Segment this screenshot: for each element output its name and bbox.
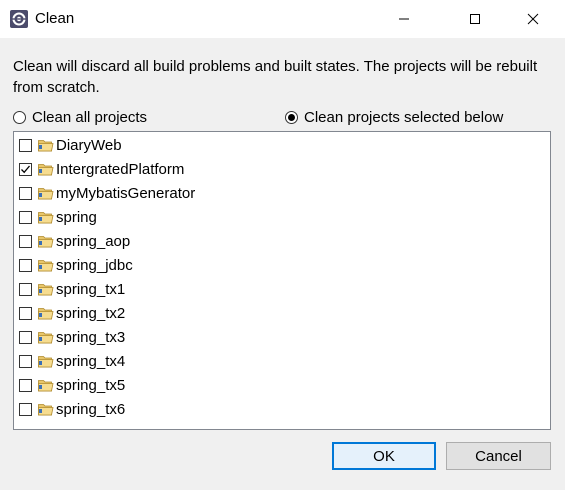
radio-clean-all[interactable]: Clean all projects (13, 107, 147, 127)
list-item[interactable]: spring_tx4 (19, 350, 125, 372)
project-checkbox[interactable] (19, 306, 32, 320)
project-folder-icon (38, 139, 54, 151)
list-item[interactable]: spring_tx2 (19, 302, 125, 324)
list-item[interactable]: spring_aop (19, 230, 130, 252)
project-checkbox[interactable] (19, 282, 32, 296)
project-folder-icon (38, 211, 54, 223)
project-name: IntergratedPlatform (56, 160, 185, 178)
dialog-description: Clean will discard all build problems an… (13, 58, 538, 96)
project-checkbox[interactable] (19, 354, 32, 368)
project-folder-icon (38, 163, 54, 175)
project-folder-icon (38, 403, 54, 415)
radio-clean-all-label: Clean all projects (32, 108, 148, 126)
project-folder-icon (38, 259, 54, 271)
project-checkbox[interactable] (19, 162, 32, 176)
ok-button[interactable]: OK (332, 442, 436, 470)
project-name: spring_tx5 (56, 376, 126, 394)
project-name: DiaryWeb (56, 136, 122, 154)
maximize-button[interactable] (452, 0, 498, 38)
radio-clean-selected-indicator[interactable] (285, 110, 298, 124)
project-folder-icon (38, 331, 54, 343)
project-folder-icon (38, 235, 54, 247)
project-checkbox[interactable] (19, 330, 32, 344)
list-item[interactable]: spring_tx5 (19, 374, 125, 396)
list-item[interactable]: IntergratedPlatform (19, 158, 184, 180)
list-item[interactable]: myMybatisGenerator (19, 182, 195, 204)
project-checkbox[interactable] (19, 378, 32, 392)
project-name: spring_tx1 (56, 280, 126, 298)
list-item[interactable]: spring (19, 206, 97, 228)
project-folder-icon (38, 379, 54, 391)
list-item[interactable]: spring_tx6 (19, 398, 125, 420)
maximize-icon (470, 14, 480, 24)
close-icon (527, 13, 539, 25)
project-name: spring (56, 208, 97, 226)
radio-clean-selected-label: Clean projects selected below (304, 108, 504, 126)
project-folder-icon (38, 307, 54, 319)
project-name: spring_aop (56, 232, 131, 250)
list-item[interactable]: spring_tx3 (19, 326, 125, 348)
project-checkbox[interactable] (19, 186, 32, 200)
project-folder-icon (38, 187, 54, 199)
radio-clean-all-indicator[interactable] (13, 110, 26, 124)
project-list[interactable]: DiaryWeb IntergratedPlatform myMybatisGene… (13, 131, 551, 430)
project-name: spring_tx6 (56, 400, 126, 418)
project-name: spring_tx4 (56, 352, 126, 370)
close-button[interactable] (510, 0, 556, 38)
eclipse-icon (10, 10, 28, 28)
project-checkbox[interactable] (19, 210, 32, 224)
project-checkbox[interactable] (19, 402, 32, 416)
minimize-button[interactable] (381, 0, 427, 38)
window-title: Clean (35, 10, 75, 27)
project-name: spring_tx2 (56, 304, 126, 322)
checkmark-icon (21, 165, 30, 173)
radio-clean-selected[interactable]: Clean projects selected below (285, 107, 503, 127)
project-checkbox[interactable] (19, 138, 32, 152)
project-checkbox[interactable] (19, 258, 32, 272)
project-name: spring_jdbc (56, 256, 133, 274)
project-name: myMybatisGenerator (56, 184, 196, 202)
list-item[interactable]: spring_tx1 (19, 278, 125, 300)
list-item[interactable]: spring_jdbc (19, 254, 133, 276)
project-checkbox[interactable] (19, 234, 32, 248)
project-folder-icon (38, 355, 54, 367)
title-bar: Clean (0, 0, 565, 38)
project-folder-icon (38, 283, 54, 295)
cancel-button[interactable]: Cancel (446, 442, 551, 470)
minimize-icon (399, 18, 409, 20)
project-name: spring_tx3 (56, 328, 126, 346)
list-item[interactable]: DiaryWeb (19, 134, 122, 156)
